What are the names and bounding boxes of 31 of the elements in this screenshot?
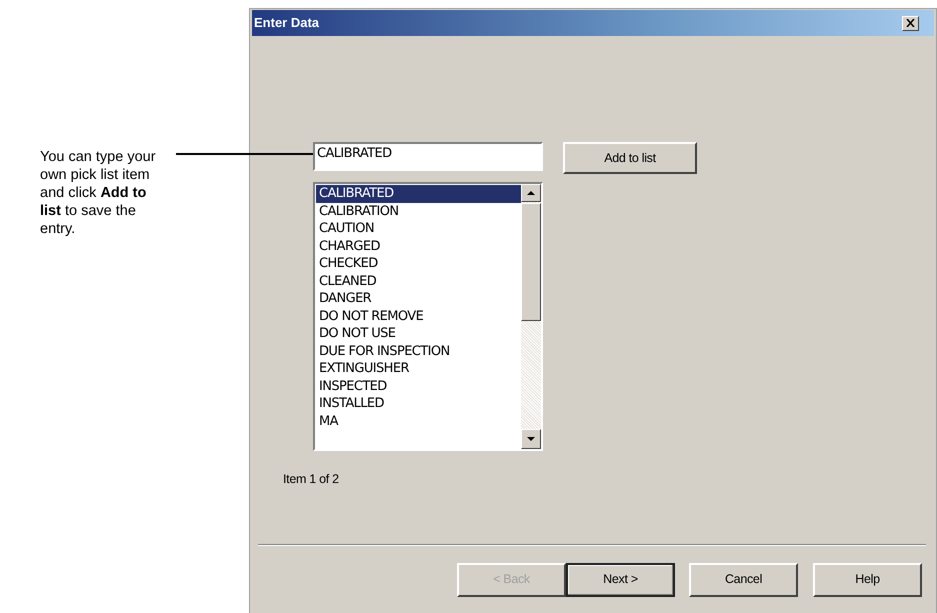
scroll-down-button[interactable]	[521, 429, 541, 449]
annotation-text: You can type your own pick list item and click Add to list to save the entry.	[40, 148, 157, 238]
status-text: Item 1 of 2	[283, 471, 340, 488]
wizard-button[interactable]: Cancel	[689, 562, 798, 597]
list-item[interactable]: DUE FOR INSPECTION	[316, 342, 521, 360]
close-button[interactable]	[902, 16, 919, 30]
list-item[interactable]: CAUTION	[316, 220, 521, 238]
list-item[interactable]: CHECKED	[316, 255, 521, 272]
scrollbar[interactable]	[521, 184, 541, 449]
up-arrow-icon	[527, 191, 535, 195]
list-item[interactable]: DO NOT REMOVE	[316, 308, 521, 325]
list-item[interactable]: INSTALLED	[316, 395, 521, 412]
close-icon	[906, 19, 915, 27]
window-title: Enter Data	[254, 14, 320, 32]
wizard-button[interactable]: Next >	[566, 562, 675, 597]
scroll-up-button[interactable]	[521, 184, 541, 202]
wizard-button[interactable]: Help	[813, 562, 922, 597]
list-item[interactable]: DO NOT USE	[316, 325, 521, 342]
add-to-list-button[interactable]: Add to list	[563, 142, 697, 174]
list-item[interactable]: CALIBRATED	[316, 185, 521, 202]
entry-field[interactable]: CALIBRATED	[313, 142, 543, 171]
list-item[interactable]: EXTINGUISHER	[316, 360, 521, 378]
list-item[interactable]: MA	[316, 412, 521, 430]
list-item[interactable]: DANGER	[316, 290, 521, 308]
list-item[interactable]: CALIBRATION	[316, 202, 521, 220]
scroll-thumb[interactable]	[521, 203, 541, 321]
down-arrow-icon	[527, 437, 535, 441]
pick-list[interactable]: CALIBRATED CALIBRATION CAUTION CHARGED CHECKED CLEANED DANGER DO NOT REMOVE DO NOT USE DUE FOR INSPECTION EXTINGUISHER INSPECTED INSTALLED MA	[313, 182, 543, 451]
list-item[interactable]: INSPECTED	[316, 378, 521, 395]
list-item[interactable]: CLEANED	[316, 272, 521, 290]
list-item[interactable]: CHARGED	[316, 238, 521, 255]
